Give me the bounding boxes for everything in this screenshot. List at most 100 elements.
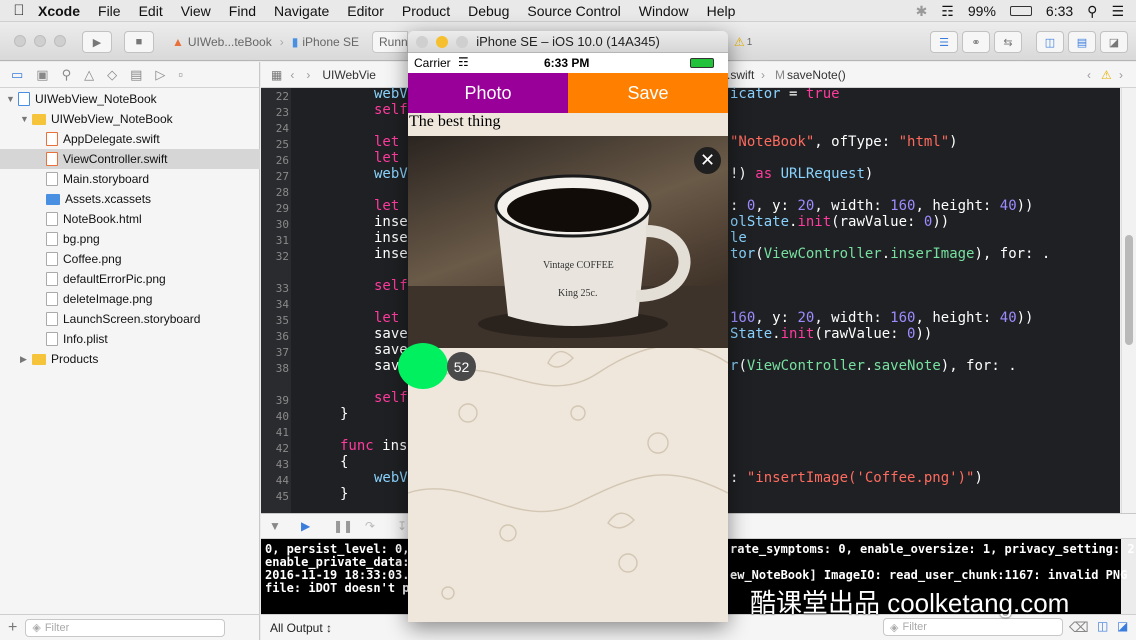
touch-indicator <box>398 343 448 389</box>
file-tree-row[interactable]: AppDelegate.swift <box>0 129 260 149</box>
file-tree-row[interactable]: Assets.xcassets <box>0 189 260 209</box>
bluetooth-icon[interactable]: ✱ <box>916 3 928 20</box>
menu-find[interactable]: Find <box>229 3 256 19</box>
file-tree-label: defaultErrorPic.png <box>63 272 166 286</box>
code-line: "NoteBook", ofType: "html") <box>730 134 958 150</box>
debug-icon[interactable]: ▤ <box>130 67 142 83</box>
line-number: 30 <box>275 218 289 231</box>
battery-icon[interactable] <box>1009 6 1032 16</box>
note-text[interactable]: The best thing <box>409 113 501 131</box>
menu-navigate[interactable]: Navigate <box>274 3 329 19</box>
save-button[interactable]: Save <box>568 73 728 113</box>
file-tree-row[interactable]: Main.storyboard <box>0 169 260 189</box>
ios-battery-icon <box>690 58 714 68</box>
toggle-navigator-button[interactable]: ◫ <box>1036 31 1064 53</box>
scroll-thumb[interactable] <box>1125 235 1133 345</box>
issue-warning-icon[interactable]: ⚠ <box>1101 68 1112 82</box>
prev-issue-icon[interactable]: ‹ <box>1087 68 1091 82</box>
assistant-editor-button[interactable]: ⚭ <box>962 31 990 53</box>
forward-icon[interactable]: › <box>306 68 310 82</box>
svg-text:Vintage COFFEE: Vintage COFFEE <box>543 260 614 271</box>
line-number: 25 <box>275 138 289 151</box>
breakpoint-icon[interactable]: ▷ <box>155 67 165 83</box>
app-menu[interactable]: Xcode <box>38 3 80 19</box>
minimize-window-button[interactable] <box>34 35 46 47</box>
pause-icon[interactable]: ❚❚ <box>333 519 353 533</box>
hide-debug-icon[interactable]: ▼ <box>269 519 281 533</box>
sim-minimize-button[interactable] <box>436 36 448 48</box>
output-selector[interactable]: All Output ↕ <box>270 621 332 635</box>
menu-edit[interactable]: Edit <box>139 3 163 19</box>
split-right-icon[interactable]: ◪ <box>1117 619 1128 633</box>
file-tree-row[interactable]: LaunchScreen.storyboard <box>0 309 260 329</box>
source-control-icon[interactable]: ▣ <box>36 67 48 83</box>
line-number: 24 <box>275 122 289 135</box>
report-icon[interactable]: ▫ <box>178 67 183 82</box>
spotlight-icon[interactable]: ⚲ <box>1087 3 1097 20</box>
apple-icon[interactable]:  <box>0 2 38 19</box>
file-tree-row[interactable]: ▶ Products <box>0 349 260 369</box>
file-tree-row[interactable]: ▼ UIWebView_NoteBook <box>0 109 260 129</box>
method-crumb[interactable]: saveNote() <box>787 68 846 82</box>
toggle-utilities-button[interactable]: ◪ <box>1100 31 1128 53</box>
wifi-icon[interactable]: ☶ <box>941 3 954 20</box>
standard-editor-button[interactable]: ☰ <box>930 31 958 53</box>
next-issue-icon[interactable]: › <box>1119 68 1123 82</box>
trash-icon[interactable]: ⌫ <box>1069 619 1089 636</box>
file-crumb[interactable]: .swift <box>727 68 754 82</box>
run-button[interactable]: ▶ <box>82 31 112 53</box>
disclosure-closed-icon[interactable]: ▶ <box>20 354 32 365</box>
line-number: 34 <box>275 298 289 311</box>
breakpoints-toggle-icon[interactable]: ▶ <box>301 519 310 533</box>
disclosure-open-icon[interactable]: ▼ <box>20 114 32 124</box>
split-left-icon[interactable]: ◫ <box>1097 619 1108 633</box>
toggle-debug-button[interactable]: ▤ <box>1068 31 1096 53</box>
navigator-filter-input[interactable]: ◈ Filter <box>25 618 226 637</box>
line-number: 32 <box>275 250 289 263</box>
menu-debug[interactable]: Debug <box>468 3 509 19</box>
file-tree-row[interactable]: ViewController.swift <box>0 149 260 169</box>
menu-view[interactable]: View <box>181 3 211 19</box>
sim-close-button[interactable] <box>416 36 428 48</box>
folder-icon[interactable]: ▭ <box>11 67 23 83</box>
menu-help[interactable]: Help <box>707 3 736 19</box>
search-icon[interactable]: ⚲ <box>62 67 72 83</box>
delete-image-icon[interactable]: ✕ <box>694 147 721 174</box>
grid-icon[interactable]: ▦ <box>271 68 282 82</box>
photo-button[interactable]: Photo <box>408 73 568 113</box>
arrows-icon: ⇆ <box>1003 36 1013 49</box>
battery-percent: 99% <box>967 3 996 19</box>
file-tree-row[interactable]: NoteBook.html <box>0 209 260 229</box>
file-tree-row[interactable]: ▼ UIWebView_NoteBook <box>0 89 260 109</box>
disclosure-open-icon[interactable]: ▼ <box>6 94 18 104</box>
project-crumb[interactable]: UIWebVie <box>322 68 376 82</box>
version-editor-button[interactable]: ⇆ <box>994 31 1022 53</box>
clock[interactable]: 6:33 <box>1046 3 1073 19</box>
step-over-icon[interactable]: ↷ <box>365 519 375 533</box>
file-tree-row[interactable]: Info.plist <box>0 329 260 349</box>
menu-editor[interactable]: Editor <box>347 3 384 19</box>
menu-file[interactable]: File <box>98 3 121 19</box>
issue-icon[interactable]: △ <box>84 67 94 83</box>
zoom-window-button[interactable] <box>54 35 66 47</box>
add-icon[interactable]: + <box>8 619 17 637</box>
test-icon[interactable]: ◇ <box>107 67 117 83</box>
menu-product[interactable]: Product <box>402 3 450 19</box>
stop-button[interactable]: ■ <box>124 31 154 53</box>
scheme-selector[interactable]: ▲ UIWeb...teBook › ▮ iPhone SE <box>172 31 359 53</box>
sim-zoom-button[interactable] <box>456 36 468 48</box>
warning-indicator[interactable]: ⚠ 1 <box>734 31 752 53</box>
file-tree-row[interactable]: deleteImage.png <box>0 289 260 309</box>
close-window-button[interactable] <box>14 35 26 47</box>
line-number: 36 <box>275 330 289 343</box>
file-tree-row[interactable]: Coffee.png <box>0 249 260 269</box>
menu-window[interactable]: Window <box>639 3 689 19</box>
app-icon: ▲ <box>172 35 184 49</box>
menu-source-control[interactable]: Source Control <box>527 3 620 19</box>
step-into-icon[interactable]: ↧ <box>397 519 407 533</box>
back-icon[interactable]: ‹ <box>290 68 294 82</box>
file-tree-row[interactable]: defaultErrorPic.png <box>0 269 260 289</box>
file-tree-row[interactable]: bg.png <box>0 229 260 249</box>
console-filter-input[interactable]: ◈ Filter <box>883 618 1063 636</box>
list-icon[interactable]: ☰ <box>1111 3 1124 20</box>
